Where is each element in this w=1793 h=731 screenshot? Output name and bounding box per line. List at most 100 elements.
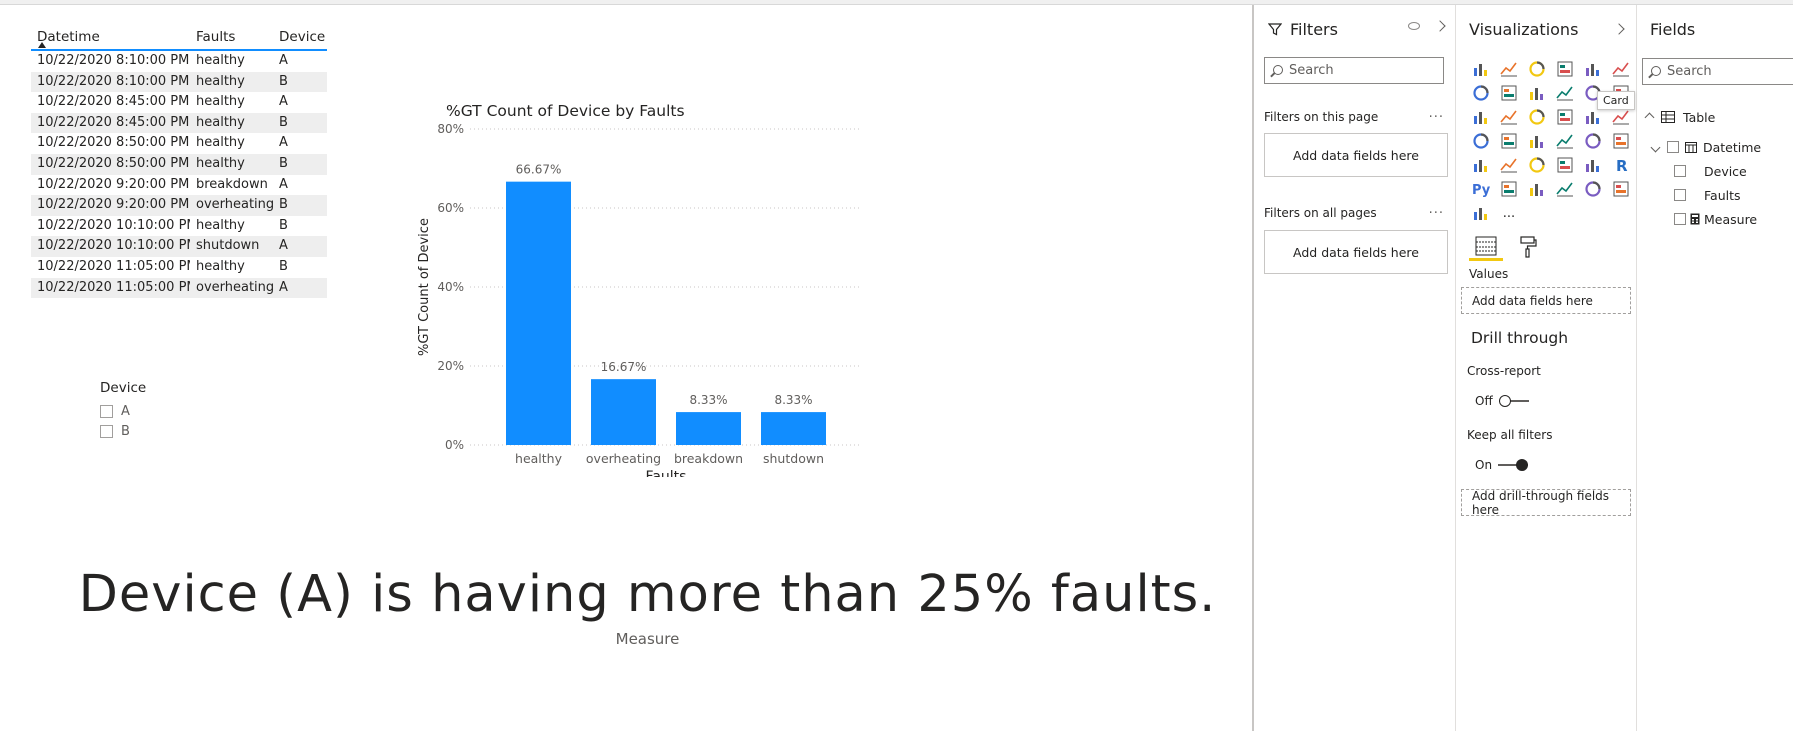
pie-chart-icon[interactable]: [1551, 105, 1579, 129]
stacked-area-icon[interactable]: [1523, 81, 1551, 105]
checkbox-icon[interactable]: [100, 404, 113, 418]
power-apps-icon[interactable]: [1607, 177, 1635, 201]
keep-filters-toggle-row[interactable]: On: [1475, 458, 1529, 472]
cross-report-toggle[interactable]: [1498, 395, 1529, 407]
multi-row-card-icon[interactable]: [1495, 153, 1523, 177]
line-chart-icon[interactable]: [1467, 81, 1495, 105]
keep-filters-toggle[interactable]: [1498, 459, 1529, 471]
qa-icon[interactable]: [1551, 177, 1579, 201]
bar-chart-visual[interactable]: %GT Count of Device by Faults 0% 20% 40% 60%…: [410, 87, 870, 477]
drill-through-dropzone[interactable]: Add drill-through fields here: [1461, 489, 1631, 517]
more-options-icon[interactable]: ...: [1429, 202, 1444, 217]
table-cell: 10/22/2020 8:45:00 PM: [37, 114, 190, 130]
scatter-icon[interactable]: [1523, 105, 1551, 129]
table-visual[interactable]: Datetime Faults Device 10/22/2020 8:10:0…: [31, 23, 327, 299]
table-icon[interactable]: [1551, 153, 1579, 177]
funnel-icon[interactable]: [1495, 105, 1523, 129]
r-script-icon[interactable]: R: [1607, 153, 1635, 177]
table-cell: 10/22/2020 8:10:00 PM: [37, 73, 190, 89]
100-column-icon[interactable]: [1607, 57, 1635, 81]
more-options-icon[interactable]: ...: [1429, 106, 1444, 121]
table-row[interactable]: 10/22/2020 9:20:00 PM breakdown A: [31, 175, 327, 196]
clustered-column-icon[interactable]: [1551, 57, 1579, 81]
card-visual[interactable]: Device (A) is having more than 25% fault…: [60, 565, 1235, 648]
tree-table-row[interactable]: Table: [1642, 105, 1792, 129]
x-axis-title: Faults: [646, 469, 687, 477]
column-header-device[interactable]: Device: [273, 23, 327, 49]
table-cell: 10/22/2020 8:10:00 PM: [37, 53, 190, 68]
eye-icon[interactable]: [1408, 22, 1420, 30]
gauge-icon[interactable]: [1579, 129, 1607, 153]
area-chart-icon[interactable]: [1495, 81, 1523, 105]
chart-title: %GT Count of Device by Faults: [446, 102, 685, 120]
table-row[interactable]: 10/22/2020 10:10:00 PM shutdown A: [31, 236, 327, 257]
map-icon[interactable]: [1467, 129, 1495, 153]
table-row[interactable]: 10/22/2020 8:10:00 PM healthy A: [31, 51, 327, 72]
tree-field-label: Device: [1704, 163, 1747, 179]
fields-title: Fields: [1650, 20, 1696, 39]
card-value: Device (A) is having more than 25% fault…: [78, 565, 1217, 624]
more-visuals-icon[interactable]: ...: [1495, 201, 1523, 225]
tab-fields[interactable]: [1469, 233, 1503, 261]
tab-format[interactable]: [1513, 233, 1543, 261]
device-slicer[interactable]: Device A B: [100, 380, 220, 441]
line-column-icon[interactable]: [1551, 81, 1579, 105]
paginated-report-icon[interactable]: [1467, 201, 1495, 225]
table-row[interactable]: 10/22/2020 11:05:00 PM healthy B: [31, 257, 327, 278]
table-row[interactable]: 10/22/2020 8:10:00 PM healthy B: [31, 71, 327, 93]
checkbox-icon[interactable]: [1674, 189, 1686, 201]
shape-map-icon[interactable]: [1523, 129, 1551, 153]
100-bar-icon[interactable]: [1579, 57, 1607, 81]
slicer-option-a[interactable]: A: [100, 401, 220, 421]
table-row[interactable]: 10/22/2020 9:20:00 PM overheating B: [31, 195, 327, 216]
kpi-icon[interactable]: [1467, 153, 1495, 177]
chevron-down-icon[interactable]: [1650, 142, 1661, 152]
checkbox-icon[interactable]: [1667, 141, 1679, 153]
values-dropzone[interactable]: Add data fields here: [1461, 287, 1631, 314]
slicer-option-b[interactable]: B: [100, 421, 220, 441]
column-header-faults[interactable]: Faults: [190, 23, 273, 49]
tree-field-faults[interactable]: Faults: [1642, 183, 1792, 207]
table-row[interactable]: 10/22/2020 10:10:00 PM healthy B: [31, 216, 327, 237]
svg-text:R: R: [1616, 157, 1628, 174]
checkbox-icon[interactable]: [100, 424, 113, 438]
drill-through-heading: Drill through: [1471, 329, 1569, 347]
clustered-bar-icon[interactable]: [1523, 57, 1551, 81]
stacked-column-icon[interactable]: [1495, 57, 1523, 81]
fields-search-input[interactable]: Search: [1642, 58, 1793, 85]
chevron-right-icon[interactable]: [1613, 23, 1625, 35]
tree-field-datetime[interactable]: Datetime: [1642, 135, 1792, 159]
checkbox-icon[interactable]: [1674, 165, 1686, 177]
azure-map-icon[interactable]: [1551, 129, 1579, 153]
y-tick-label: 80%: [437, 122, 464, 136]
cross-report-toggle-row[interactable]: Off: [1475, 394, 1529, 408]
table-row[interactable]: 10/22/2020 8:45:00 PM healthy B: [31, 112, 327, 134]
y-tick-label: 60%: [437, 201, 464, 215]
table-row[interactable]: 10/22/2020 8:50:00 PM healthy B: [31, 153, 327, 175]
image-icon[interactable]: [1607, 129, 1635, 153]
x-tick-label: healthy: [515, 451, 563, 466]
filters-all-pages-dropzone[interactable]: Add data fields here: [1264, 230, 1448, 274]
filters-search-input[interactable]: Search: [1264, 57, 1444, 84]
key-influencers-icon[interactable]: [1495, 177, 1523, 201]
chevron-right-icon[interactable]: [1434, 20, 1446, 32]
python-icon[interactable]: Py: [1467, 177, 1495, 201]
filled-map-icon[interactable]: [1495, 129, 1523, 153]
waterfall-icon[interactable]: [1467, 105, 1495, 129]
smart-narrative-icon[interactable]: [1579, 177, 1607, 201]
column-header-datetime[interactable]: Datetime: [31, 23, 190, 49]
table-row[interactable]: 10/22/2020 11:05:00 PM overheating A: [31, 277, 327, 299]
slicer-icon[interactable]: [1523, 153, 1551, 177]
table-row[interactable]: 10/22/2020 8:45:00 PM healthy A: [31, 92, 327, 113]
tree-field-device[interactable]: Device: [1642, 159, 1792, 183]
filters-title: Filters: [1290, 19, 1338, 39]
decomposition-tree-icon[interactable]: [1523, 177, 1551, 201]
chevron-up-icon[interactable]: [1644, 112, 1655, 122]
matrix-icon[interactable]: [1579, 153, 1607, 177]
table-row[interactable]: 10/22/2020 8:50:00 PM healthy A: [31, 133, 327, 154]
filters-pane: Filters Search Filters on this page ... …: [1256, 5, 1456, 731]
filters-this-page-dropzone[interactable]: Add data fields here: [1264, 133, 1448, 177]
tree-field-measure[interactable]: Measure: [1642, 207, 1792, 231]
checkbox-icon[interactable]: [1674, 213, 1686, 225]
stacked-bar-icon[interactable]: [1467, 57, 1495, 81]
